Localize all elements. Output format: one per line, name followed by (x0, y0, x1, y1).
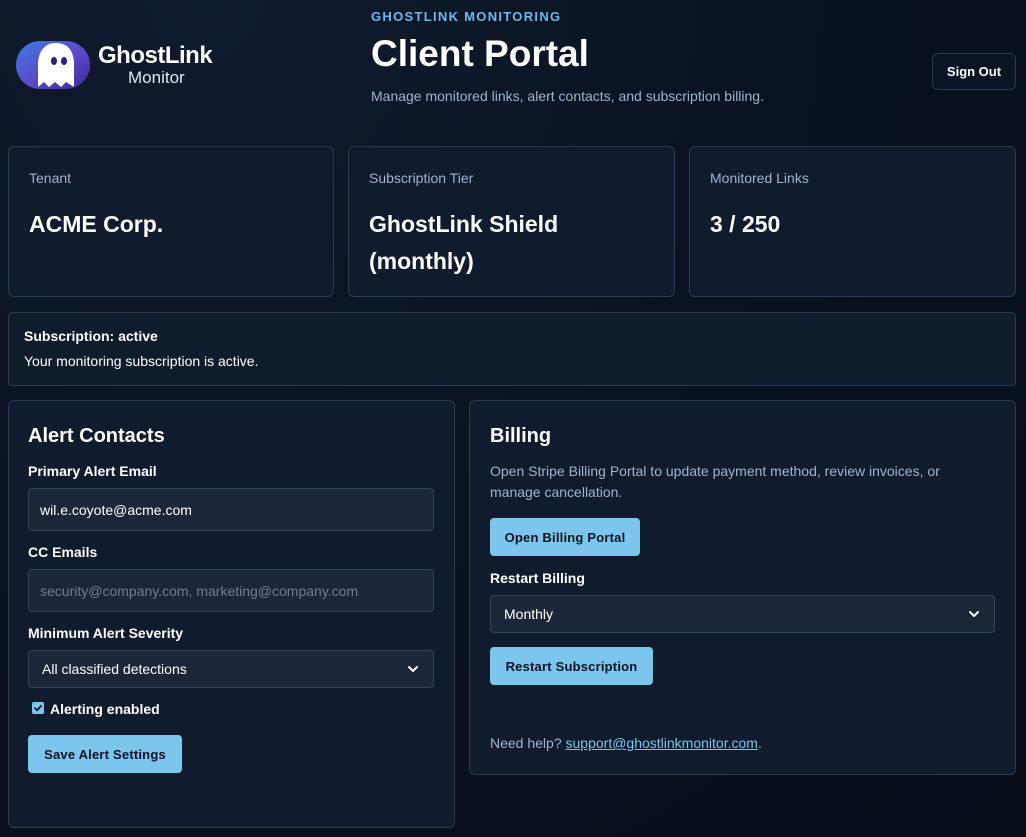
billing-heading: Billing (490, 425, 552, 447)
open-billing-portal-button[interactable]: Open Billing Portal (490, 518, 640, 556)
sign-out-button[interactable]: Sign Out (932, 53, 1016, 90)
alerting-enabled-label: Alerting enabled (50, 701, 160, 717)
primary-email-label: Primary Alert Email (28, 463, 157, 479)
subscription-tier-card: Subscription Tier GhostLink Shield (mont… (348, 146, 675, 297)
severity-select[interactable]: All classified detections (28, 650, 434, 688)
chevron-down-icon (969, 611, 979, 617)
support-email-link[interactable]: support@ghostlinkmonitor.com (566, 735, 758, 751)
monitored-links-label: Monitored Links (710, 170, 809, 186)
save-alert-settings-button[interactable]: Save Alert Settings (28, 735, 182, 773)
monitored-links-card: Monitored Links 3 / 250 (689, 146, 1016, 297)
page-subtitle: Manage monitored links, alert contacts, … (371, 88, 764, 104)
help-suffix: . (757, 735, 762, 751)
logo-title: GhostLink (98, 42, 213, 69)
ghostlink-logo: GhostLink Monitor (14, 36, 214, 94)
billing-panel (469, 400, 1016, 775)
subscription-status-banner: Subscription: active Your monitoring sub… (8, 312, 1016, 386)
restart-billing-select[interactable]: Monthly (490, 595, 995, 633)
chevron-down-icon (408, 666, 418, 672)
alerting-enabled-checkbox[interactable] (32, 702, 44, 714)
subscription-tier-label: Subscription Tier (369, 170, 474, 186)
help-line: Need help? support@ghostlinkmonitor.com. (490, 735, 762, 751)
status-message: Your monitoring subscription is active. (24, 353, 259, 369)
tenant-card: Tenant ACME Corp. (8, 146, 334, 297)
primary-email-field[interactable]: wil.e.coyote@acme.com (28, 488, 434, 531)
monitored-links-value: 3 / 250 (710, 211, 781, 237)
tenant-value: ACME Corp. (29, 211, 164, 237)
severity-selected-value: All classified detections (42, 661, 187, 677)
billing-description: Open Stripe Billing Portal to update pay… (490, 463, 940, 500)
cc-emails-field[interactable]: security@company.com, marketing@company.… (28, 569, 434, 612)
page-title: Client Portal (371, 33, 589, 74)
restart-subscription-button[interactable]: Restart Subscription (490, 647, 653, 685)
checkmark-icon (34, 704, 42, 712)
tenant-label: Tenant (29, 170, 72, 186)
cc-emails-label: CC Emails (28, 544, 98, 560)
restart-billing-selected-value: Monthly (504, 606, 554, 622)
alert-contacts-heading: Alert Contacts (28, 425, 165, 447)
help-prefix: Need help? (490, 735, 566, 751)
subscription-tier-value: GhostLink Shield (monthly) (369, 211, 559, 274)
status-title: Subscription: active (24, 328, 158, 344)
severity-label: Minimum Alert Severity (28, 625, 184, 641)
eyebrow-label: GHOSTLINK MONITORING (371, 9, 562, 24)
restart-billing-label: Restart Billing (490, 570, 585, 586)
logo-subtitle: Monitor (128, 68, 185, 87)
ghost-logo-icon (16, 41, 90, 89)
